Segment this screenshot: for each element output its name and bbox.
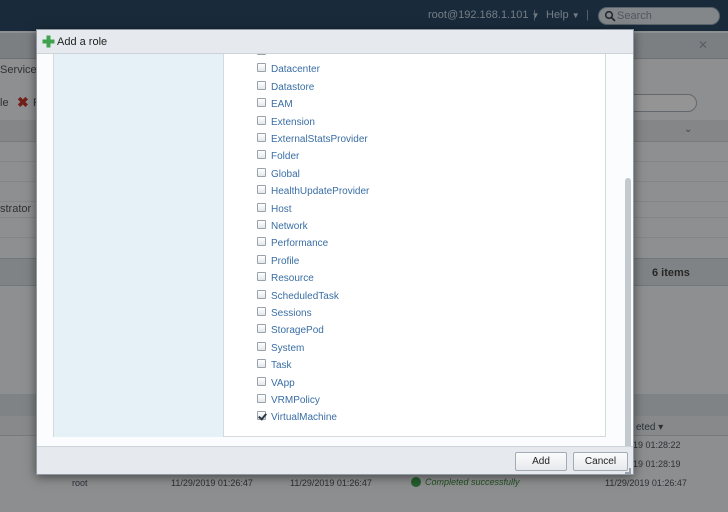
privilege-item[interactable]: Extension	[224, 114, 604, 131]
privilege-label: Network	[271, 221, 308, 232]
privilege-label: Performance	[271, 238, 329, 250]
privilege-checkbox[interactable]	[257, 115, 266, 125]
privilege-label: VRMPolicy	[271, 395, 320, 406]
privilege-checkbox[interactable]	[257, 254, 266, 264]
privilege-checkbox[interactable]	[257, 98, 266, 108]
privilege-checkbox[interactable]	[257, 133, 266, 142]
privilege-label: VirtualMachine	[271, 412, 337, 424]
privilege-item[interactable]: DVSwitch	[224, 54, 604, 61]
privilege-item[interactable]: Datastore	[224, 79, 604, 96]
privilege-label: HealthUpdateProvider	[271, 186, 370, 198]
privilege-checkbox[interactable]	[257, 359, 266, 369]
privilege-item[interactable]: System	[224, 340, 604, 357]
privilege-label: System	[271, 342, 305, 354]
privilege-item[interactable]: ExternalStatsProvider	[224, 131, 604, 148]
privilege-checkbox[interactable]	[257, 80, 266, 90]
privilege-label: EAM	[271, 99, 293, 111]
privilege-item[interactable]: EAM	[224, 96, 604, 113]
privilege-checkbox[interactable]	[257, 63, 266, 73]
privilege-checkbox[interactable]	[257, 324, 266, 334]
privilege-label: Extension	[271, 116, 315, 128]
privilege-checkbox[interactable]	[257, 237, 266, 247]
dialog-titlebar: Add a role	[37, 30, 633, 54]
privilege-item[interactable]: ScheduledTask	[224, 288, 604, 305]
privilege-checkbox[interactable]	[257, 289, 266, 299]
privilege-item[interactable]: Sessions	[224, 305, 604, 322]
privilege-checkbox[interactable]	[257, 220, 266, 229]
privilege-checkbox[interactable]	[257, 272, 266, 282]
privilege-checkbox[interactable]	[257, 185, 266, 195]
resize-handle[interactable]	[625, 468, 631, 474]
privilege-item[interactable]: Host	[224, 201, 604, 218]
privilege-checkbox[interactable]	[257, 167, 266, 177]
privilege-item[interactable]: Global	[224, 166, 604, 183]
privilege-label: Sessions	[271, 308, 312, 319]
privilege-label: Profile	[271, 255, 300, 267]
privilege-checkbox[interactable]	[257, 376, 266, 386]
privilege-checkbox[interactable]	[257, 341, 266, 351]
privilege-label: Datastore	[271, 81, 315, 93]
privilege-item[interactable]: Task	[224, 357, 604, 374]
privilege-label: Folder	[271, 151, 300, 163]
privilege-item[interactable]: VRMPolicy	[224, 392, 604, 409]
privilege-label: Task	[271, 360, 292, 372]
dialog-title: Add a role	[57, 36, 108, 48]
privilege-checkbox[interactable]	[257, 411, 266, 421]
privilege-item[interactable]: VirtualMachine	[224, 409, 604, 426]
privilege-item[interactable]: VApp	[224, 375, 604, 392]
privilege-item[interactable]: Folder	[224, 148, 604, 165]
dialog-footer: Add Cancel	[37, 446, 633, 474]
privilege-checkbox[interactable]	[257, 54, 266, 55]
add-role-dialog: Add a role DVSwitch Datacenter Datastore EA…	[36, 29, 634, 475]
privilege-label: ScheduledTask	[271, 290, 339, 302]
privilege-item[interactable]: Datacenter	[224, 61, 604, 78]
privilege-checkbox[interactable]	[257, 307, 266, 316]
cancel-button[interactable]: Cancel	[573, 452, 628, 471]
privilege-item[interactable]: Resource	[224, 270, 604, 287]
dialog-body: DVSwitch Datacenter Datastore EAM Extension E…	[53, 54, 606, 437]
privilege-checkbox[interactable]	[257, 150, 266, 160]
privilege-checkbox[interactable]	[257, 394, 266, 403]
privilege-label: Datacenter	[271, 64, 320, 76]
privilege-label: Global	[271, 168, 300, 180]
privilege-label: ExternalStatsProvider	[271, 134, 368, 145]
privilege-item[interactable]: HealthUpdateProvider	[224, 183, 604, 200]
privilege-label: StoragePod	[271, 325, 324, 337]
privilege-label: VApp	[271, 377, 295, 389]
privilege-checkbox[interactable]	[257, 202, 266, 212]
add-button[interactable]: Add	[515, 452, 567, 471]
privilege-item[interactable]: Profile	[224, 253, 604, 270]
privilege-label: Host	[271, 203, 292, 215]
privilege-item[interactable]: Network	[224, 218, 604, 235]
scrollbar-thumb[interactable]	[625, 178, 631, 469]
privilege-label: Resource	[271, 273, 314, 285]
role-details-pane	[54, 54, 224, 437]
privilege-list: DVSwitch Datacenter Datastore EAM Extension E…	[224, 54, 607, 437]
privilege-item[interactable]: StoragePod	[224, 322, 604, 339]
add-icon	[42, 35, 55, 48]
privilege-item[interactable]: Performance	[224, 235, 604, 252]
